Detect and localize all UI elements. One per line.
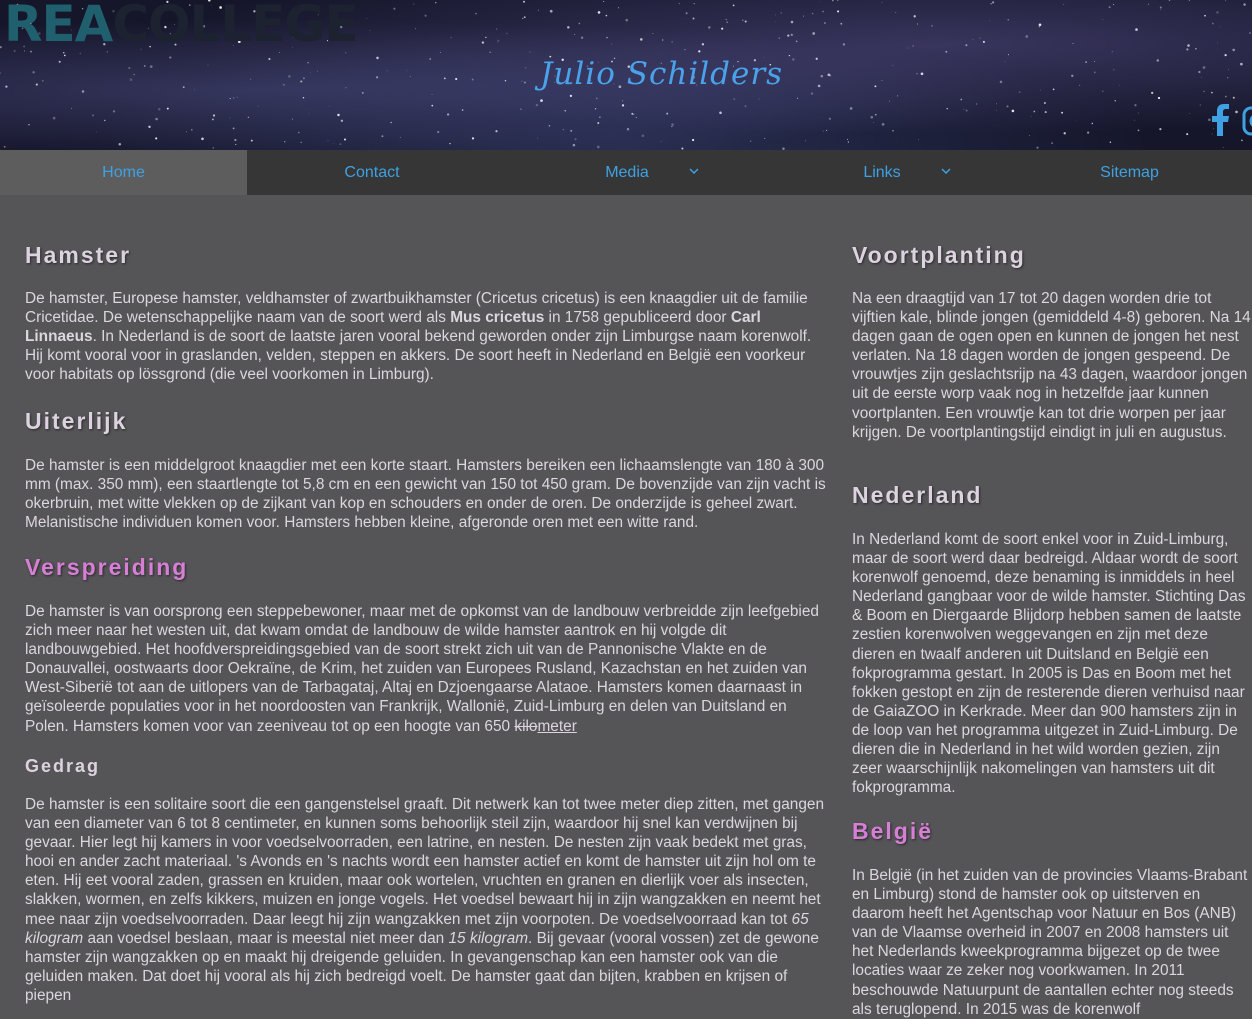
hamster-intro-text: De hamster, Europese hamster, veldhamste… xyxy=(25,289,825,384)
site-title: Julio Schilders xyxy=(540,56,784,92)
nav-label-links: Links xyxy=(863,164,901,181)
section-title-gedrag: Gedrag xyxy=(25,756,101,776)
meter-link[interactable]: meter xyxy=(537,718,576,735)
hamster-text-part2: in 1758 gepubliceerd door xyxy=(544,309,731,327)
chevron-down-icon[interactable] xyxy=(689,168,699,176)
nav-item-media[interactable]: Media xyxy=(497,150,757,195)
nav-label-media: Media xyxy=(605,164,649,181)
section-title-verspreiding: Verspreiding xyxy=(25,554,189,580)
site-logo[interactable]: REACOLLEGE xyxy=(4,0,359,54)
nav-item-home[interactable]: Home xyxy=(0,150,247,195)
nav-label-sitemap: Sitemap xyxy=(1100,164,1159,181)
gedrag-italic-2: 15 kilogram xyxy=(448,929,529,947)
verspreiding-text: De hamster is van oorsprong een steppebe… xyxy=(25,602,833,736)
gedrag-text-part2: aan voedsel beslaan, maar is meestal nie… xyxy=(83,929,449,947)
logo-part-college: COLLEGE xyxy=(112,0,358,53)
scientific-name: Mus cricetus xyxy=(450,309,545,327)
nav-item-sitemap[interactable]: Sitemap xyxy=(1007,150,1252,195)
nav-item-links[interactable]: Links xyxy=(757,150,1007,195)
voortplanting-text: Na een draagtijd van 17 tot 20 dagen wor… xyxy=(852,290,1251,441)
facebook-icon[interactable] xyxy=(1210,104,1230,141)
uiterlijk-text: De hamster is een middelgroot knaagdier … xyxy=(25,457,826,532)
section-title-uiterlijk: Uiterlijk xyxy=(25,408,128,434)
section-title-voortplanting: Voortplanting xyxy=(852,242,1026,268)
chevron-down-icon[interactable] xyxy=(941,168,951,176)
belgie-text: In België (in het zuiden van de provinci… xyxy=(852,867,1248,1018)
hamster-text-part3: . In Nederland is de soort de laatste ja… xyxy=(25,328,812,384)
gedrag-text-part1: De hamster is een solitaire soort die ee… xyxy=(25,796,825,928)
section-title-nederland: Nederland xyxy=(852,482,983,508)
logo-part-rea: REA xyxy=(4,0,113,53)
nav-label-home: Home xyxy=(102,164,145,181)
section-title-hamster: Hamster xyxy=(25,242,132,268)
nederland-text: In Nederland komt de soort enkel voor in… xyxy=(852,531,1246,797)
instagram-icon[interactable] xyxy=(1242,104,1252,141)
section-title-belgie: België xyxy=(852,818,934,844)
verspreiding-strike[interactable]: kilo xyxy=(514,718,537,735)
gedrag-text: De hamster is een solitaire soort die ee… xyxy=(25,795,833,1005)
nav-label-contact: Contact xyxy=(344,164,400,181)
verspreiding-text-body: De hamster is van oorsprong een steppebe… xyxy=(25,603,819,735)
main-navigation: Home Contact Media Links Sitemap xyxy=(0,150,1252,195)
social-links xyxy=(1210,104,1252,141)
nav-item-contact[interactable]: Contact xyxy=(247,150,497,195)
site-header: REACOLLEGE Julio Schilders xyxy=(0,0,1252,150)
